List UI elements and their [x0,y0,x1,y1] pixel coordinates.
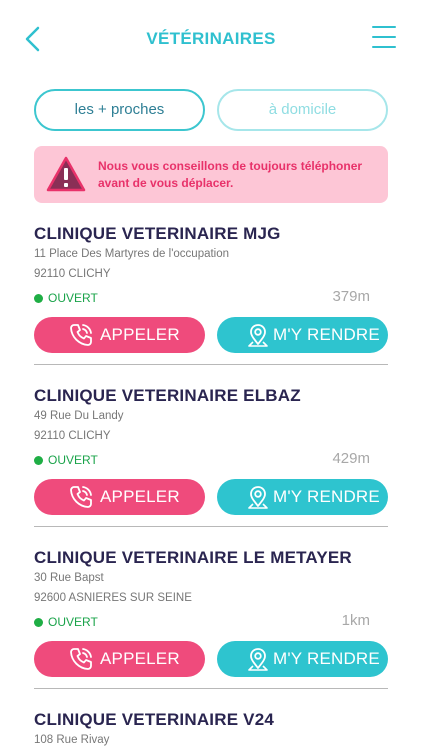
clinic-distance: 429m [332,450,370,467]
list-item: CLINIQUE VETERINAIRE LE METAYER 30 Rue B… [34,538,388,700]
clinic-list: CLINIQUE VETERINAIRE MJG 11 Place Des Ma… [34,214,388,750]
divider [34,688,388,689]
call-button[interactable]: APPELER [34,479,205,515]
menu-button[interactable] [372,26,396,50]
directions-button-label: M'Y RENDRE [273,649,380,668]
status-label: OUVERT [48,453,98,467]
clinic-address-line1: 108 Rue Rivay [34,734,110,746]
warning-triangle-icon [46,156,86,192]
clinic-address-line1: 49 Rue Du Landy [34,410,124,422]
clinic-distance: 1km [341,612,370,629]
phone-icon [70,486,92,508]
map-pin-icon [248,486,268,509]
divider [34,526,388,527]
clinic-address-line2: 92600 ASNIERES SUR SEINE [34,592,192,604]
hamburger-menu-icon [372,26,396,48]
phone-icon [70,648,92,670]
filter-tabs: les + proches à domicile [34,89,388,131]
filter-home-button[interactable]: à domicile [217,89,388,131]
status-dot-icon [34,618,43,627]
status-label: OUVERT [48,615,98,629]
list-item: CLINIQUE VETERINAIRE V24 108 Rue Rivay [34,700,388,750]
clinic-address-line1: 30 Rue Bapst [34,572,104,584]
map-pin-icon [248,324,268,347]
status-badge: OUVERT [34,291,98,305]
filter-nearest-button[interactable]: les + proches [34,89,205,131]
warning-text: Nous vous conseillons de toujours téléph… [98,159,363,190]
map-pin-icon [248,648,268,671]
status-badge: OUVERT [34,615,98,629]
app-header: VÉTÉRINAIRES [0,0,422,80]
directions-button[interactable]: M'Y RENDRE [217,479,388,515]
divider [34,364,388,365]
clinic-name: CLINIQUE VETERINAIRE MJG [34,224,281,243]
call-button[interactable]: APPELER [34,641,205,677]
page-title: VÉTÉRINAIRES [146,29,276,48]
warning-banner: Nous vous conseillons de toujours téléph… [34,146,388,203]
clinic-address-line2: 92110 CLICHY [34,430,111,442]
clinic-address-line2: 92110 CLICHY [34,268,111,280]
status-dot-icon [34,294,43,303]
clinic-address-line1: 11 Place Des Martyres de l'occupation [34,248,230,260]
call-button-label: APPELER [100,487,180,506]
call-button[interactable]: APPELER [34,317,205,353]
directions-button-label: M'Y RENDRE [273,487,380,506]
status-dot-icon [34,456,43,465]
clinic-name: CLINIQUE VETERINAIRE V24 [34,710,275,729]
clinic-name: CLINIQUE VETERINAIRE LE METAYER [34,548,352,567]
call-button-label: APPELER [100,325,180,344]
clinic-distance: 379m [332,288,370,305]
directions-button-label: M'Y RENDRE [273,325,380,344]
clinic-name: CLINIQUE VETERINAIRE ELBAZ [34,386,301,405]
list-item: CLINIQUE VETERINAIRE MJG 11 Place Des Ma… [34,214,388,376]
phone-icon [70,324,92,346]
directions-button[interactable]: M'Y RENDRE [217,641,388,677]
directions-button[interactable]: M'Y RENDRE [217,317,388,353]
call-button-label: APPELER [100,649,180,668]
status-label: OUVERT [48,291,98,305]
list-item: CLINIQUE VETERINAIRE ELBAZ 49 Rue Du Lan… [34,376,388,538]
status-badge: OUVERT [34,453,98,467]
